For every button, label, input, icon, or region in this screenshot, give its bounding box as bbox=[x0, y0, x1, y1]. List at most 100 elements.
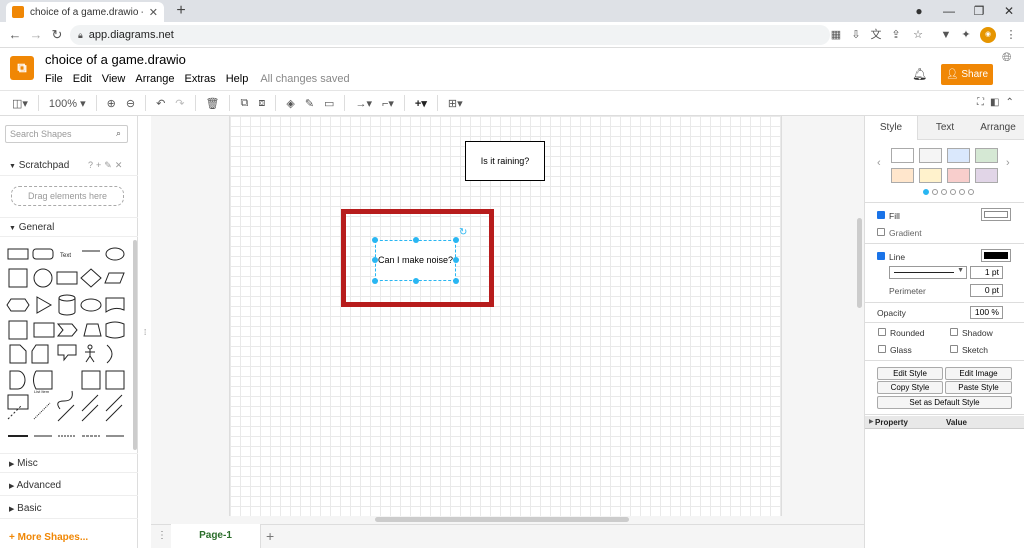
node-can-i-make-noise[interactable]: Can I make noise? bbox=[375, 240, 456, 281]
menu-extras[interactable]: Extras bbox=[185, 73, 216, 85]
insert-icon[interactable]: +▾ bbox=[415, 97, 427, 110]
extension-v-icon[interactable]: ▼ bbox=[938, 27, 954, 43]
edit-icon[interactable]: ✎ bbox=[104, 160, 112, 171]
toggle-format-icon[interactable]: ◧ bbox=[990, 97, 999, 108]
expand-icon[interactable]: ▶ bbox=[869, 418, 874, 425]
sidebar-splitter[interactable]: ⁞ bbox=[144, 328, 146, 337]
format-panel-icon[interactable]: ◫▾ bbox=[12, 97, 28, 110]
scratchpad-dropzone[interactable]: Drag elements here bbox=[11, 186, 124, 206]
line-width-input[interactable]: 1 pt bbox=[970, 266, 1003, 279]
shadow-icon[interactable]: ▭ bbox=[324, 97, 334, 110]
edit-style-button[interactable]: Edit Style bbox=[877, 367, 943, 380]
edit-image-button[interactable]: Edit Image bbox=[945, 367, 1012, 380]
canvas-vertical-scrollbar[interactable] bbox=[857, 218, 862, 308]
qr-icon[interactable]: ▦ bbox=[828, 27, 844, 43]
resize-handle[interactable] bbox=[372, 278, 378, 284]
language-globe-icon[interactable]: 🌐︎ bbox=[1002, 50, 1012, 65]
gradient-checkbox[interactable] bbox=[877, 228, 885, 236]
document-title[interactable]: choice of a game.drawio bbox=[45, 52, 186, 67]
tab-style[interactable]: Style bbox=[864, 116, 918, 140]
pager-dot[interactable] bbox=[968, 189, 974, 195]
resize-handle[interactable] bbox=[413, 237, 419, 243]
menu-arrange[interactable]: Arrange bbox=[135, 73, 174, 85]
minimize-icon[interactable]: — bbox=[934, 0, 964, 22]
glass-checkbox[interactable] bbox=[878, 345, 886, 353]
profile-dropdown-icon[interactable]: ● bbox=[904, 0, 934, 22]
style-swatch[interactable] bbox=[891, 148, 914, 163]
table-icon[interactable]: ⊞▾ bbox=[448, 97, 463, 110]
share-page-icon[interactable]: ⇪ bbox=[888, 27, 904, 43]
style-swatch[interactable] bbox=[891, 168, 914, 183]
pager-dot[interactable] bbox=[959, 189, 965, 195]
resize-handle[interactable] bbox=[372, 257, 378, 263]
menu-help[interactable]: Help bbox=[226, 73, 249, 85]
bookmark-star-icon[interactable]: ☆ bbox=[910, 27, 926, 43]
zoom-out-icon[interactable]: ⊖ bbox=[126, 97, 135, 110]
close-window-icon[interactable]: ✕ bbox=[994, 0, 1024, 22]
reload-icon[interactable]: ↻ bbox=[48, 26, 66, 44]
share-button[interactable]: 👤︎ Share bbox=[941, 64, 993, 85]
close-tab-icon[interactable]: ✕ bbox=[149, 6, 158, 19]
line-color-picker[interactable] bbox=[981, 249, 1011, 262]
advanced-header[interactable]: ▶ Advanced bbox=[0, 476, 138, 496]
opacity-input[interactable]: 100 % bbox=[970, 306, 1003, 319]
new-tab-button[interactable]: + bbox=[172, 2, 190, 20]
menu-view[interactable]: View bbox=[102, 73, 126, 85]
pager-dot[interactable] bbox=[923, 189, 929, 195]
omnibox[interactable]: 🔒︎ app.diagrams.net bbox=[70, 25, 830, 45]
tab-arrange[interactable]: Arrange bbox=[972, 116, 1024, 140]
resize-handle[interactable] bbox=[413, 278, 419, 284]
shadow-checkbox[interactable] bbox=[950, 328, 958, 336]
style-swatch[interactable] bbox=[975, 148, 998, 163]
style-swatch[interactable] bbox=[919, 168, 942, 183]
browser-tab[interactable]: choice of a game.drawio - diagrams.net ✕ bbox=[6, 2, 164, 22]
style-swatch[interactable] bbox=[947, 168, 970, 183]
paste-style-button[interactable]: Paste Style bbox=[945, 381, 1012, 394]
restore-icon[interactable]: ❐ bbox=[964, 0, 994, 22]
extensions-puzzle-icon[interactable]: ✦ bbox=[958, 27, 974, 43]
canvas-horizontal-scrollbar[interactable] bbox=[375, 517, 629, 522]
set-default-style-button[interactable]: Set as Default Style bbox=[877, 396, 1012, 409]
pager-dot[interactable] bbox=[941, 189, 947, 195]
line-pattern-select[interactable]: ▼ bbox=[889, 266, 967, 279]
search-icon[interactable]: ⌕ bbox=[116, 128, 121, 139]
menu-file[interactable]: File bbox=[45, 73, 63, 85]
search-shapes-input[interactable]: Search Shapes bbox=[5, 125, 128, 143]
resize-handle[interactable] bbox=[372, 237, 378, 243]
waypoints-icon[interactable]: ⌐▾ bbox=[382, 97, 394, 110]
avatar[interactable]: ◉ bbox=[980, 27, 996, 43]
help-icon[interactable]: ? bbox=[88, 160, 93, 171]
add-icon[interactable]: + bbox=[96, 160, 101, 171]
style-swatch[interactable] bbox=[919, 148, 942, 163]
back-icon[interactable]: ← bbox=[6, 26, 24, 44]
style-swatch[interactable] bbox=[975, 168, 998, 183]
more-shapes-button[interactable]: + More Shapes... bbox=[9, 532, 88, 543]
fill-color-picker[interactable] bbox=[981, 208, 1011, 221]
rotate-handle-icon[interactable]: ↻ bbox=[459, 227, 467, 238]
node-is-it-raining[interactable]: Is it raining? bbox=[465, 141, 545, 181]
pager-dot[interactable] bbox=[950, 189, 956, 195]
resize-handle[interactable] bbox=[453, 278, 459, 284]
line-checkbox[interactable] bbox=[877, 252, 885, 260]
delete-icon[interactable]: 🗑︎ bbox=[206, 97, 220, 110]
resize-handle[interactable] bbox=[453, 257, 459, 263]
chevron-right-icon[interactable]: › bbox=[1006, 157, 1010, 169]
translate-icon[interactable]: 文 bbox=[868, 27, 884, 43]
general-shapes-grid[interactable]: Text List Item bbox=[6, 243, 126, 443]
connection-icon[interactable]: →▾ bbox=[355, 97, 372, 110]
to-front-icon[interactable]: ⧉ bbox=[240, 97, 248, 110]
add-page-icon[interactable]: + bbox=[266, 528, 274, 544]
basic-header[interactable]: ▶ Basic bbox=[0, 499, 138, 519]
redo-icon[interactable]: ↷ bbox=[175, 97, 184, 110]
fill-checkbox[interactable] bbox=[877, 211, 885, 219]
fill-color-icon[interactable]: ◈ bbox=[286, 97, 294, 110]
general-header[interactable]: ▼ General bbox=[0, 217, 138, 237]
tab-text[interactable]: Text bbox=[918, 116, 972, 140]
fullscreen-icon[interactable]: ⛶ bbox=[977, 97, 984, 108]
chevron-left-icon[interactable]: ‹ bbox=[877, 157, 881, 169]
sketch-checkbox[interactable] bbox=[950, 345, 958, 353]
kebab-menu-icon[interactable]: ⋮ bbox=[1003, 27, 1019, 43]
undo-icon[interactable]: ↶ bbox=[156, 97, 165, 110]
to-back-icon[interactable]: ⧈ bbox=[258, 97, 265, 110]
pager-dot[interactable] bbox=[932, 189, 938, 195]
